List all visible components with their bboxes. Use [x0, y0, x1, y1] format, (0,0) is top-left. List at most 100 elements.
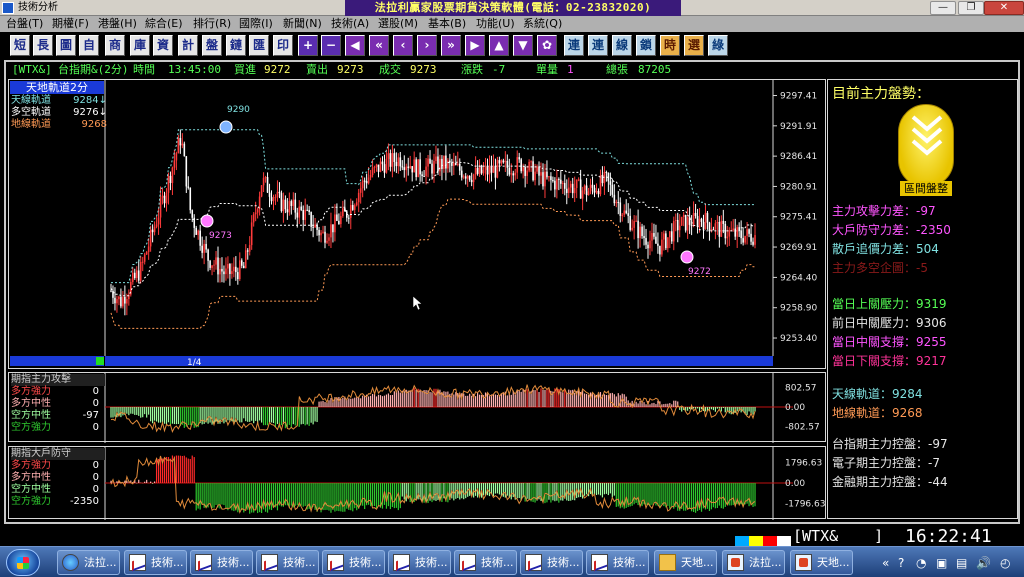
right-icon[interactable]: ›: [417, 35, 437, 56]
task-item[interactable]: 技術...: [190, 550, 253, 575]
attack-title[interactable]: 期指主力攻擊: [11, 374, 105, 386]
monitor-icon[interactable]: ▣: [936, 554, 947, 572]
volume-icon[interactable]: 🔊: [976, 554, 991, 572]
minus-icon[interactable]: −: [321, 35, 341, 56]
custom-button[interactable]: 自: [79, 35, 99, 56]
candle-body: [312, 226, 314, 228]
candle-body: [381, 161, 384, 165]
candle-body: [227, 263, 229, 269]
candle-body: [488, 166, 491, 175]
attack-chart[interactable]: 802.57 0.00 -802.57: [9, 373, 827, 443]
up-icon[interactable]: ▲: [489, 35, 509, 56]
calc-button[interactable]: 計: [178, 35, 198, 56]
data-button[interactable]: 資: [153, 35, 173, 56]
menu-item-tech[interactable]: 技術(A): [331, 17, 369, 31]
magic-icon[interactable]: ✿: [537, 35, 557, 56]
chevron-down-icon: [911, 115, 943, 156]
quote-symbol: [WTX&]: [12, 63, 52, 76]
candle-body: [661, 239, 663, 255]
task-item[interactable]: 天地...: [654, 550, 717, 575]
double-right-icon[interactable]: »: [441, 35, 461, 56]
candle-body: [189, 187, 192, 211]
down-icon[interactable]: ▼: [513, 35, 533, 56]
indicator-title[interactable]: 天地軌道2分: [10, 81, 104, 94]
scroll-thumb[interactable]: [96, 357, 104, 365]
restore-icon[interactable]: ❐: [958, 1, 984, 15]
menu-item-news[interactable]: 新聞(N): [283, 17, 322, 31]
clock-tray-icon[interactable]: ◔: [916, 554, 926, 572]
print-button[interactable]: 印: [273, 35, 293, 56]
menu-item-ranking[interactable]: 排行(R): [193, 17, 231, 31]
task-item[interactable]: 技術...: [520, 550, 583, 575]
plus-icon[interactable]: +: [298, 35, 318, 56]
task-item[interactable]: 技術...: [124, 550, 187, 575]
menu-item-futures[interactable]: 期權(F): [52, 17, 89, 31]
y-tick-label: 9280.91: [780, 182, 817, 192]
task-item[interactable]: 法拉...: [722, 550, 785, 575]
chart-button[interactable]: 圖: [56, 35, 76, 56]
step-right-icon[interactable]: ▶: [465, 35, 485, 56]
menu-item-composite[interactable]: 綜合(E): [145, 17, 183, 31]
task-item[interactable]: 法拉...: [57, 550, 120, 575]
tray-expand-icon[interactable]: «: [882, 554, 889, 572]
lock-button[interactable]: 鎖: [636, 35, 656, 56]
menu-item-screener[interactable]: 選股(M): [378, 17, 418, 31]
start-button[interactable]: [6, 549, 40, 576]
stat-retail-chase: 散戶追價力差：504: [832, 242, 939, 257]
help-icon[interactable]: ?: [898, 554, 904, 572]
commodity-button[interactable]: 商: [105, 35, 125, 56]
double-left-icon[interactable]: «: [369, 35, 389, 56]
defense-chart[interactable]: 1796.63 0.00 -1796.63: [9, 447, 827, 520]
task-item[interactable]: 技術...: [454, 550, 517, 575]
green-button[interactable]: 綠: [708, 35, 728, 56]
candle-body: [116, 299, 118, 304]
menu-item-hk[interactable]: 港盤(H): [98, 17, 137, 31]
candle-body: [698, 218, 701, 227]
step-left-icon[interactable]: ◀: [345, 35, 365, 56]
long-button[interactable]: 長: [33, 35, 53, 56]
link-all-button[interactable]: 連: [588, 35, 608, 56]
time-button[interactable]: 時: [660, 35, 680, 56]
candle-body: [682, 214, 685, 218]
board-button[interactable]: 盤: [202, 35, 222, 56]
candle-body: [456, 163, 459, 165]
legend-value: 9276↓: [73, 107, 107, 118]
task-item[interactable]: 技術...: [586, 550, 649, 575]
menu-item-fundamental[interactable]: 基本(B): [428, 17, 466, 31]
candle-body: [704, 212, 707, 229]
clock: 16:22:41: [905, 526, 992, 547]
library-button[interactable]: 庫: [130, 35, 150, 56]
defense-title[interactable]: 期指大戶防守: [11, 448, 105, 460]
link-button[interactable]: 連: [564, 35, 584, 56]
line-button[interactable]: 線: [612, 35, 632, 56]
symbol-code-box[interactable]: [WTX&]: [793, 528, 883, 545]
task-item[interactable]: 技術...: [322, 550, 385, 575]
candle-body: [510, 173, 513, 175]
close-icon[interactable]: ✕: [984, 1, 1024, 15]
export-button[interactable]: 匯: [249, 35, 269, 56]
menu-item-intl[interactable]: 國際(I): [239, 17, 273, 31]
scroll-track[interactable]: [105, 356, 773, 366]
network-icon[interactable]: ▤: [956, 554, 967, 572]
task-item[interactable]: 天地...: [790, 550, 853, 575]
menu-item-taipan[interactable]: 台盤(T): [6, 17, 43, 31]
menu-item-function[interactable]: 功能(U): [476, 17, 515, 31]
chain-button[interactable]: 鏈: [226, 35, 246, 56]
candle-body: [672, 221, 675, 242]
candle-body: [472, 174, 475, 183]
price-chart[interactable]: 9297.41 9291.91 9286.41 9280.91 9275.41 9269.…: [9, 80, 827, 370]
minimize-icon[interactable]: —: [930, 1, 956, 15]
candle-body: [500, 160, 503, 164]
taskbar: 法拉... 技術... 技術... 技術... 技術... 技術... 技術..…: [0, 546, 1024, 577]
select-button[interactable]: 選: [684, 35, 704, 56]
task-item[interactable]: 技術...: [388, 550, 451, 575]
task-item[interactable]: 技術...: [256, 550, 319, 575]
left-icon[interactable]: ‹: [393, 35, 413, 56]
candle-body: [235, 266, 237, 273]
short-button[interactable]: 短: [10, 35, 30, 56]
menu-item-system[interactable]: 系統(Q): [523, 17, 562, 31]
task-label: 技術...: [547, 556, 580, 569]
candle-body: [264, 177, 267, 179]
scroll-bar[interactable]: [10, 356, 104, 366]
power-icon[interactable]: ◴: [1000, 554, 1010, 572]
